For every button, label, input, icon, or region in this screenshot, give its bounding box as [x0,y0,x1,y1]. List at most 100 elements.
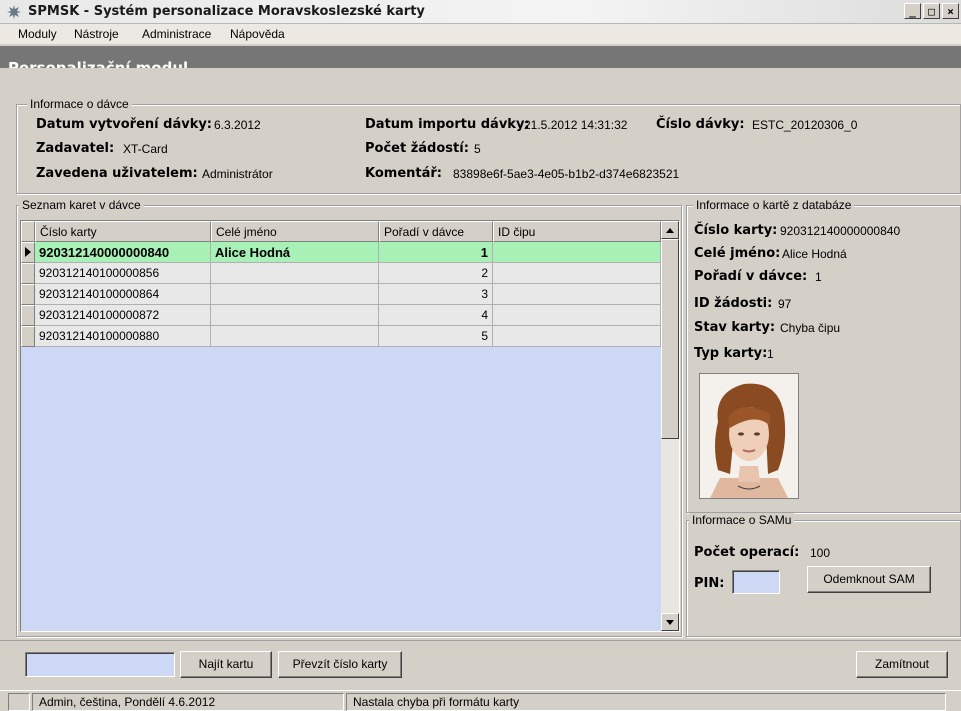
take-card-number-button[interactable]: Převzít číslo karty [278,651,402,678]
card-info-legend: Informace o kartě z databáze [693,198,855,212]
minimize-icon: _ [909,4,916,18]
bottom-separator [0,640,961,641]
cell-order: 1 [379,242,493,263]
take-card-number-label: Převzít číslo karty [292,657,388,671]
info-order-value: 1 [815,270,822,284]
find-card-label: Najít kartu [198,657,254,671]
cell-order: 4 [379,305,493,326]
menu-bar: Moduly Nástroje Administrace Nápověda [0,24,961,44]
person-photo-icon [700,374,798,498]
column-chip-id[interactable]: ID čipu [493,221,661,242]
arrow-up-icon [666,227,674,233]
cell-chip-id [493,284,661,305]
minimize-button[interactable]: _ [904,3,921,19]
pin-label: PIN: [694,576,725,591]
batch-number-value: ESTC_20120306_0 [752,118,858,132]
batch-created-value: 6.3.2012 [214,118,261,132]
window-controls: _ □ × [904,3,959,19]
info-card-number-value: 920312140000000840 [780,224,901,238]
info-type-label: Typ karty: [694,346,768,361]
sam-ops-value: 100 [810,546,831,560]
column-card-number[interactable]: Číslo karty [35,221,211,242]
menu-napoveda[interactable]: Nápověda [230,27,285,41]
sam-info-legend: Informace o SAMu [689,513,795,527]
table-row[interactable]: 920312140100000856 2 [21,263,661,284]
row-indicator [21,263,35,284]
cell-chip-id [493,242,661,263]
scroll-thumb[interactable] [661,239,679,439]
status-bar: Admin, čeština, Pondělí 4.6.2012 Nastala… [0,690,961,711]
cell-order: 2 [379,263,493,284]
cell-full-name: Alice Hodná [211,242,379,263]
cell-card-number: 920312140100000880 [35,326,211,347]
comment-value: 83898e6f-5ae3-4e05-b1b2-d374e6823521 [453,167,680,181]
card-list-legend: Seznam karet v dávce [19,198,144,212]
cell-full-name [211,326,379,347]
comment-label: Komentář: [365,166,442,181]
scroll-down-button[interactable] [661,613,679,631]
menu-nastroje[interactable]: Nástroje [74,27,119,41]
arrow-down-icon [666,619,674,625]
batch-import-value: 21.5.2012 14:31:32 [524,118,628,132]
column-full-name[interactable]: Celé jméno [211,221,379,242]
row-indicator [21,284,35,305]
created-by-label: Zavedena uživatelem: [36,166,198,181]
cell-full-name [211,263,379,284]
batch-info-legend: Informace o dávce [27,97,132,111]
cell-order: 5 [379,326,493,347]
close-button[interactable]: × [942,3,959,19]
status-pane-empty [8,693,30,711]
unlock-sam-label: Odemknout SAM [823,572,915,586]
status-message: Nastala chyba při formátu karty [346,693,946,711]
requests-count-label: Počet žádostí: [365,141,469,156]
status-user-info: Admin, čeština, Pondělí 4.6.2012 [32,693,344,711]
table-row[interactable]: 920312140000000840 Alice Hodná 1 [21,242,661,263]
reject-button[interactable]: Zamítnout [856,651,948,678]
maximize-icon: □ [928,4,935,18]
info-request-label: ID žádosti: [694,296,773,311]
title-bar[interactable]: SPMSK - Systém personalizace Moravskosle… [0,0,961,24]
cell-card-number: 920312140100000864 [35,284,211,305]
card-search-input[interactable] [25,652,175,677]
table-row[interactable]: 920312140100000872 4 [21,305,661,326]
menu-moduly[interactable]: Moduly [18,27,57,41]
cell-card-number: 920312140100000856 [35,263,211,284]
cell-chip-id [493,305,661,326]
row-indicator [21,242,35,263]
scroll-up-button[interactable] [661,221,679,239]
info-name-label: Celé jméno: [694,246,781,261]
card-photo [699,373,799,499]
find-card-button[interactable]: Najít kartu [180,651,272,678]
maximize-button[interactable]: □ [923,3,940,19]
row-indicator [21,305,35,326]
module-header-strip [0,68,961,88]
menu-administrace[interactable]: Administrace [142,27,211,41]
table-row[interactable]: 920312140100000880 5 [21,326,661,347]
info-name-value: Alice Hodná [782,247,847,261]
window-title: SPMSK - Systém personalizace Moravskosle… [28,4,425,19]
cell-card-number: 920312140000000840 [35,242,211,263]
submitter-value: XT-Card [123,142,168,156]
info-order-label: Pořadí v dávce: [694,269,808,284]
batch-import-label: Datum importu dávky: [365,117,530,132]
info-card-number-label: Číslo karty: [694,223,778,238]
cell-chip-id [493,263,661,284]
grid-vertical-scrollbar[interactable] [661,221,679,631]
main-window: SPMSK - Systém personalizace Moravskosle… [0,0,961,711]
batch-created-label: Datum vytvoření dávky: [36,117,213,132]
info-state-value: Chyba čipu [780,321,841,335]
row-indicator [21,326,35,347]
close-icon: × [947,4,954,18]
reject-label: Zamítnout [874,657,930,671]
app-icon [7,5,21,19]
cell-card-number: 920312140100000872 [35,305,211,326]
card-grid[interactable]: Číslo karty Celé jméno Pořadí v dávce ID… [20,220,680,632]
sam-ops-label: Počet operací: [694,545,800,560]
unlock-sam-button[interactable]: Odemknout SAM [807,566,931,593]
cell-full-name [211,305,379,326]
requests-count-value: 5 [474,142,481,156]
table-row[interactable]: 920312140100000864 3 [21,284,661,305]
row-pointer-icon [25,247,31,257]
pin-input[interactable] [732,570,780,594]
column-order[interactable]: Pořadí v dávce [379,221,493,242]
